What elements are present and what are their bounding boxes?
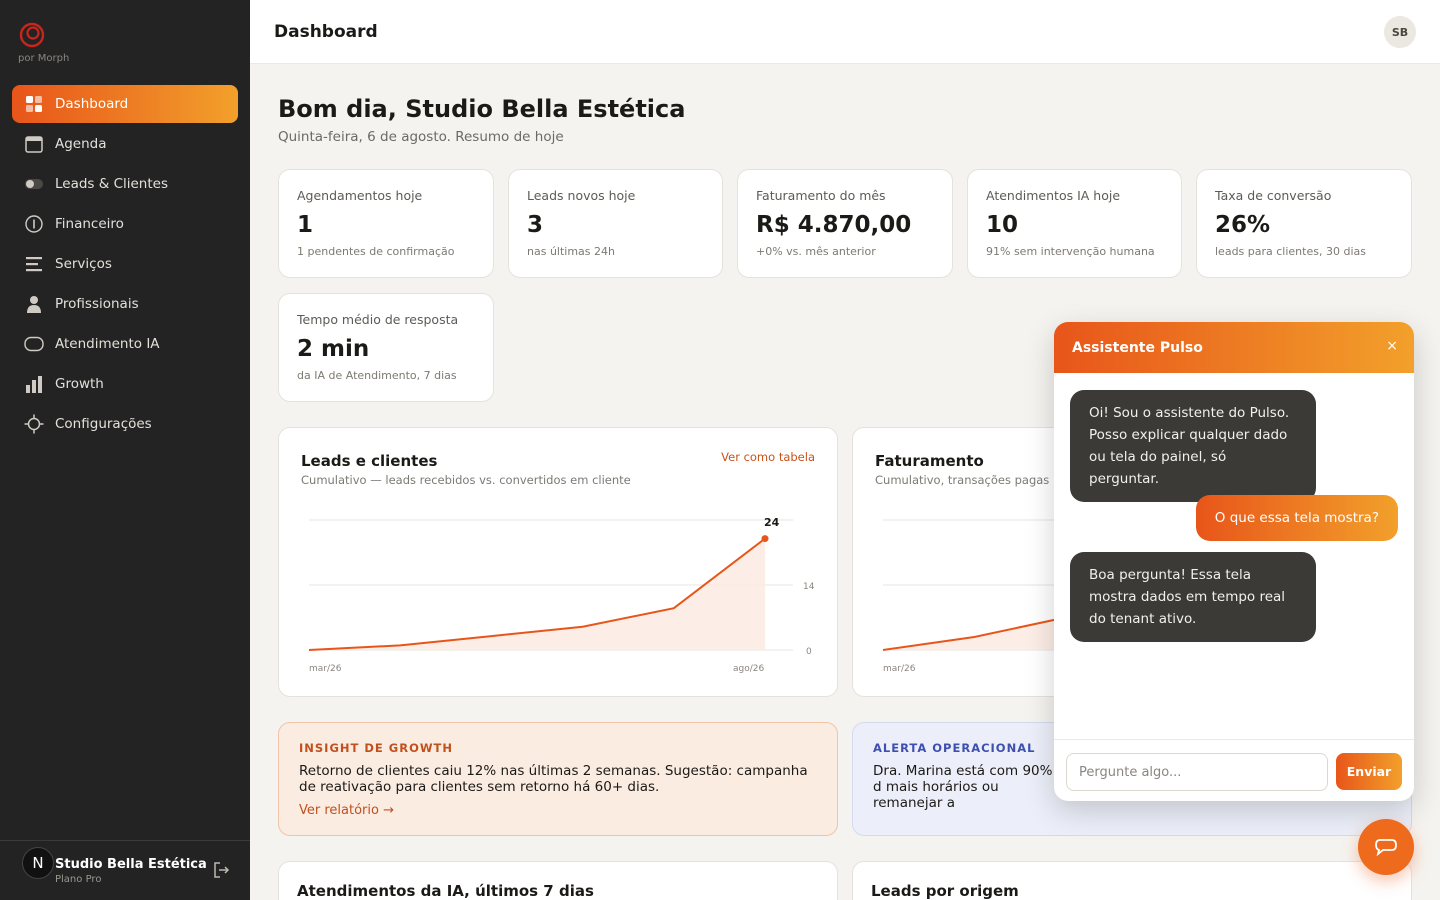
x-tick-label: mar/26 (309, 664, 342, 674)
list-icon (24, 254, 44, 274)
sidebar-item-atendimento-ia[interactable]: Atendimento IA (12, 325, 238, 363)
kpi-sub: nas últimas 24h (527, 245, 615, 258)
send-button[interactable]: Enviar (1336, 753, 1402, 790)
kpi-value: 1 (297, 212, 314, 238)
sidebar-item-label: Configurações (55, 416, 152, 432)
sidebar-item-leads-clientes[interactable]: Leads & Clientes (12, 165, 238, 203)
close-icon[interactable]: × (1386, 338, 1398, 354)
logout-icon[interactable] (212, 861, 230, 879)
chat-bubble-icon (1375, 839, 1397, 857)
kpi-card-faturamento[interactable]: Faturamento do mês R$ 4.870,00 +0% vs. m… (737, 169, 953, 278)
sidebar-item-agenda[interactable]: Agenda (12, 125, 238, 163)
logo-icon (19, 22, 45, 48)
account-name: Studio Bella Estética (55, 857, 207, 872)
kpi-value: 10 (986, 212, 1019, 238)
x-tick-label: mar/26 (883, 664, 916, 674)
bot-message: Boa pergunta! Essa tela mostra dados em … (1070, 552, 1316, 642)
sidebar-item-label: Profissionais (55, 296, 139, 312)
sidebar-item-label: Financeiro (55, 216, 124, 232)
kpi-label: Atendimentos IA hoje (986, 188, 1121, 203)
user-message: O que essa tela mostra? (1195, 495, 1398, 541)
sidebar-item-label: Serviços (55, 256, 112, 272)
x-tick-label: ago/26 (733, 664, 764, 674)
insight-text: Retorno de clientes caiu 12% nas últimas… (299, 763, 808, 795)
page-title: Dashboard (274, 22, 378, 42)
kpi-label: Agendamentos hoje (297, 188, 423, 203)
view-report-link[interactable]: Ver relatório → (299, 803, 817, 818)
card-title: Atendimentos da IA, últimos 7 dias (297, 882, 594, 900)
kpi-card-conversao[interactable]: Taxa de conversão 26% leads para cliente… (1196, 169, 1412, 278)
chat-header: Assistente Pulso × (1054, 322, 1414, 373)
chat-title: Assistente Pulso (1072, 340, 1203, 356)
sidebar-item-configuracoes[interactable]: Configurações (12, 405, 238, 443)
insight-tag: INSIGHT DE GROWTH (299, 741, 454, 755)
brand-logo[interactable] (18, 20, 46, 52)
kpi-label: Faturamento do mês (756, 188, 886, 203)
account-plan: Plano Pro (55, 874, 102, 885)
ia-attendances-card: Atendimentos da IA, últimos 7 dias (278, 861, 838, 900)
kpi-label: Leads novos hoje (527, 188, 636, 203)
info-circle-icon (24, 214, 44, 234)
sidebar-item-label: Growth (55, 376, 104, 392)
insight-text: Dra. Marina está com 90% d mais horários… (873, 763, 1053, 811)
sidebar-item-label: Leads & Clientes (55, 176, 168, 192)
max-value-label: 24 (764, 516, 780, 529)
kpi-sub: 91% sem intervenção humana (986, 245, 1155, 258)
sidebar: por Morph Dashboard Agenda Leads & Clien… (0, 0, 250, 900)
kpi-value: 2 min (297, 336, 370, 362)
sidebar-item-dashboard[interactable]: Dashboard (12, 85, 238, 123)
sidebar-item-growth[interactable]: Growth (12, 365, 238, 403)
calendar-icon (24, 134, 44, 154)
sidebar-item-label: Dashboard (55, 96, 129, 112)
y-tick-label: 0 (806, 647, 812, 657)
brand-sub: por Morph (18, 53, 70, 64)
chat-input-row: Enviar (1054, 739, 1414, 801)
sidebar-footer: N Studio Bella Estética Plano Pro (0, 840, 250, 900)
kpi-card-tempo-resposta[interactable]: Tempo médio de resposta 2 min da IA de A… (278, 293, 494, 402)
settings-icon (24, 414, 44, 434)
bar-chart-icon (24, 374, 44, 394)
kpi-sub: +0% vs. mês anterior (756, 245, 876, 258)
leads-by-origin-card: Leads por origem (852, 861, 1412, 900)
chat-bubble-icon (24, 334, 44, 354)
person-icon (24, 294, 44, 314)
kpi-value: 26% (1215, 212, 1271, 238)
growth-insight-card: INSIGHT DE GROWTH Retorno de clientes ca… (278, 722, 838, 836)
assistant-chat-panel: Assistente Pulso × Oi! Sou o assistente … (1054, 322, 1414, 801)
sidebar-nav: Dashboard Agenda Leads & Clientes Financ… (12, 85, 238, 445)
sidebar-item-profissionais[interactable]: Profissionais (12, 285, 238, 323)
leads-chart-card: Leads e clientes Cumulativo — leads rece… (278, 427, 838, 697)
leads-area (309, 538, 765, 650)
toggle-icon (24, 174, 44, 194)
greeting-date: Quinta-feira, 6 de agosto. Resumo de hoj… (278, 129, 564, 145)
user-avatar[interactable]: SB (1384, 16, 1416, 48)
greeting-title: Bom dia, Studio Bella Estética (278, 95, 686, 123)
account-avatar[interactable]: N (22, 847, 54, 879)
kpi-sub: 1 pendentes de confirmação (297, 245, 455, 258)
kpi-card-atendimentos-ia[interactable]: Atendimentos IA hoje 10 91% sem interven… (967, 169, 1182, 278)
chat-fab-button[interactable] (1358, 819, 1414, 875)
grid-icon (24, 94, 44, 114)
card-title: Leads por origem (871, 882, 1019, 900)
y-tick-label: 14 (803, 582, 815, 592)
sidebar-item-servicos[interactable]: Serviços (12, 245, 238, 283)
kpi-label: Taxa de conversão (1215, 188, 1332, 203)
kpi-card-leads[interactable]: Leads novos hoje 3 nas últimas 24h (508, 169, 723, 278)
sidebar-item-label: Agenda (55, 136, 107, 152)
kpi-sub: leads para clientes, 30 dias (1215, 245, 1366, 258)
kpi-label: Tempo médio de resposta (297, 312, 459, 327)
topbar: Dashboard SB (250, 0, 1440, 64)
kpi-value: R$ 4.870,00 (756, 212, 912, 238)
kpi-sub: da IA de Atendimento, 7 dias (297, 369, 457, 382)
kpi-card-agendamentos[interactable]: Agendamentos hoje 1 1 pendentes de confi… (278, 169, 494, 278)
leads-chart: 24 14 0 mar/26 ago/26 (308, 516, 815, 674)
sidebar-item-label: Atendimento IA (55, 336, 160, 352)
bot-message: Oi! Sou o assistente do Pulso. Posso exp… (1070, 390, 1316, 502)
chat-input[interactable] (1066, 753, 1328, 791)
kpi-value: 3 (527, 212, 544, 238)
sidebar-item-financeiro[interactable]: Financeiro (12, 205, 238, 243)
data-point (761, 535, 769, 543)
